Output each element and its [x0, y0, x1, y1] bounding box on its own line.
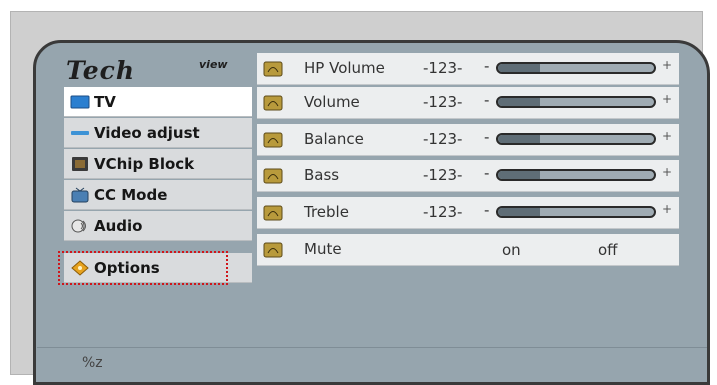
sidebar-item-label: CC Mode	[94, 185, 168, 204]
level-slider[interactable]	[496, 169, 656, 181]
setting-name: HP Volume	[304, 59, 385, 77]
sidebar-item-audio[interactable]: Audio	[64, 211, 252, 241]
row-icon	[263, 205, 283, 221]
setting-row-treble[interactable]: Treble -123- - +	[257, 197, 679, 229]
logo-suffix: view	[199, 58, 228, 71]
setting-name: Treble	[304, 203, 349, 221]
setting-row-bass[interactable]: Bass -123- - +	[257, 160, 679, 192]
setting-row-hp-volume[interactable]: HP Volume -123- - +	[257, 53, 679, 85]
level-slider[interactable]	[496, 96, 656, 108]
setting-name: Balance	[304, 130, 364, 148]
setting-value: -123-	[423, 59, 463, 77]
setting-name: Bass	[304, 166, 340, 184]
decrease-button[interactable]: -	[484, 201, 489, 219]
level-slider[interactable]	[496, 133, 656, 145]
row-icon	[263, 242, 283, 258]
increase-button[interactable]: +	[662, 165, 672, 179]
video-adjust-icon	[71, 130, 89, 135]
level-fill	[498, 208, 541, 216]
decrease-button[interactable]: -	[484, 57, 489, 75]
mute-on-option[interactable]: on	[502, 241, 521, 259]
setting-value: -123-	[423, 203, 463, 221]
level-fill	[498, 98, 541, 106]
row-icon	[263, 61, 283, 77]
increase-button[interactable]: +	[662, 92, 672, 106]
vchip-block-icon	[72, 156, 88, 171]
sidebar-item-label: TV	[94, 92, 116, 111]
tv-icon	[70, 95, 90, 108]
sidebar-item-label: Audio	[94, 216, 143, 235]
decrease-button[interactable]: -	[484, 91, 489, 109]
sidebar-item-vchip-block[interactable]: VChip Block	[64, 149, 252, 179]
setting-name: Mute	[304, 240, 342, 258]
cc-mode-icon	[71, 187, 89, 202]
sidebar-item-cc-mode[interactable]: CC Mode	[64, 180, 252, 210]
increase-button[interactable]: +	[662, 129, 672, 143]
setting-value: -123-	[423, 93, 463, 111]
selection-highlight	[58, 251, 228, 285]
techview-logo: Tech view	[64, 56, 254, 86]
row-icon	[263, 168, 283, 184]
status-divider	[37, 347, 707, 348]
logo-brand: Tech	[66, 56, 136, 85]
sidebar-item-label: VChip Block	[94, 154, 195, 173]
audio-icon	[71, 219, 86, 232]
setting-name: Volume	[304, 93, 360, 111]
setting-row-mute[interactable]: Mute on off	[257, 234, 679, 266]
sidebar-item-label: Video adjust	[94, 123, 200, 142]
setting-value: -123-	[423, 130, 463, 148]
setting-value: -123-	[423, 166, 463, 184]
sidebar-item-tv[interactable]: TV	[64, 87, 252, 117]
increase-button[interactable]: +	[662, 202, 672, 216]
row-icon	[263, 132, 283, 148]
status-text: %z	[82, 355, 103, 371]
level-slider[interactable]	[496, 62, 656, 74]
level-fill	[498, 64, 541, 72]
decrease-button[interactable]: -	[484, 164, 489, 182]
level-fill	[498, 135, 541, 143]
setting-row-balance[interactable]: Balance -123- - +	[257, 124, 679, 156]
level-slider[interactable]	[496, 206, 656, 218]
increase-button[interactable]: +	[662, 58, 672, 72]
row-icon	[263, 95, 283, 111]
sidebar-item-video-adjust[interactable]: Video adjust	[64, 118, 252, 148]
setting-row-volume[interactable]: Volume -123- - +	[257, 87, 679, 119]
decrease-button[interactable]: -	[484, 128, 489, 146]
level-fill	[498, 171, 541, 179]
mute-off-option[interactable]: off	[598, 241, 618, 259]
